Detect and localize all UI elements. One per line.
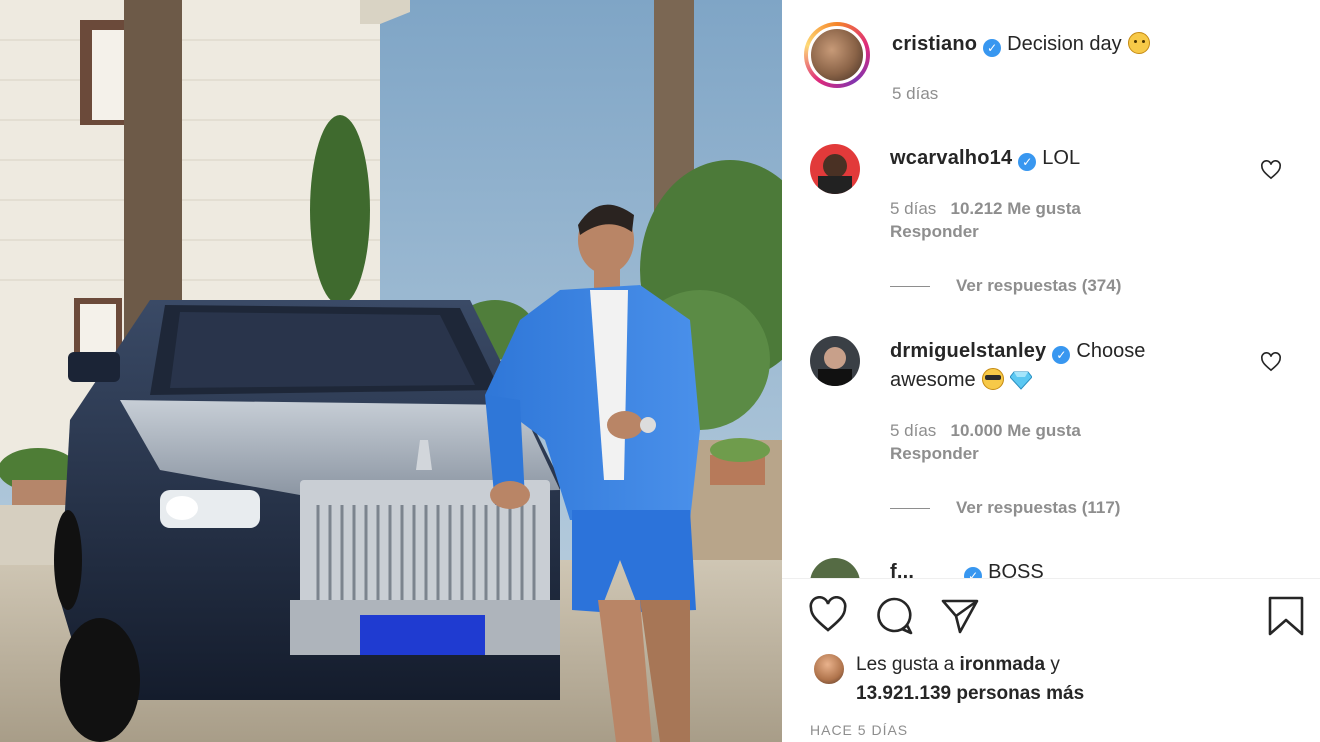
verified-badge-icon: ✓ (964, 567, 983, 578)
comment-meta: 5 días 10.212 Me gusta (890, 199, 1081, 219)
share-paper-plane-icon[interactable] (940, 596, 980, 636)
comment-text: BOSS (988, 561, 1044, 578)
comment-meta: 5 días 10.000 Me gusta (890, 421, 1081, 441)
comment-username[interactable]: drmiguelstanley (890, 340, 1046, 362)
gem-emoji-icon (1009, 371, 1032, 390)
author-avatar (808, 26, 866, 84)
likes-count[interactable]: 13.921.139 personas más (856, 683, 1084, 705)
commenter-avatar[interactable] (810, 558, 860, 578)
view-replies-button[interactable]: Ver respuestas (117) (890, 498, 1120, 518)
reply-button[interactable]: Responder (890, 222, 979, 242)
comments-list[interactable]: cristiano ✓ Decision day 5 días wcarvalho1… (782, 0, 1320, 578)
author-avatar-story-ring[interactable] (804, 22, 870, 88)
verified-badge-icon: ✓ (983, 39, 1002, 57)
author-username[interactable]: cristiano (892, 33, 977, 55)
comment-username[interactable]: wcarvalho14 (890, 147, 1012, 169)
likes-prefix: Les gusta a (856, 654, 955, 675)
comment-line: f... ✓ BOSS (890, 558, 1044, 578)
comment-like-heart-icon[interactable] (1260, 160, 1282, 180)
comment-like-heart-icon[interactable] (1260, 352, 1282, 372)
comment-likes[interactable]: 10.000 Me gusta (950, 421, 1080, 440)
comment-age: 5 días (890, 421, 937, 440)
likes-line: Les gusta a ironmada y (856, 654, 1060, 676)
comments-panel: cristiano ✓ Decision day 5 días wcarvalho1… (782, 0, 1320, 742)
reply-button[interactable]: Responder (890, 444, 979, 464)
view-replies-label: Ver respuestas (117) (956, 498, 1121, 517)
view-replies-button[interactable]: Ver respuestas (374) (890, 276, 1121, 296)
comment-text: LOL (1042, 147, 1081, 169)
comment-line: drmiguelstanley ✓ Choose (890, 337, 1145, 365)
verified-badge-icon: ✓ (1018, 153, 1037, 171)
commenter-avatar-image (810, 336, 860, 386)
photo-illustration (0, 0, 782, 742)
likes-suffix: y (1050, 654, 1060, 675)
commenter-avatar[interactable] (810, 336, 860, 386)
verified-badge-icon: ✓ (1052, 346, 1071, 364)
post-age: 5 días (892, 84, 939, 103)
comment-line-continued: awesome (890, 366, 1032, 394)
comment-bubble-icon[interactable] (874, 596, 914, 636)
commenter-avatar[interactable] (810, 144, 860, 194)
commenter-avatar-image (810, 558, 860, 578)
comment-username[interactable]: f... (890, 561, 914, 578)
comment-text-continued: awesome (890, 369, 976, 391)
post-photo[interactable] (0, 0, 782, 742)
replies-divider (890, 508, 930, 510)
action-bar-divider (782, 578, 1320, 579)
liker-avatar[interactable] (812, 652, 846, 686)
comment-line: wcarvalho14 ✓ LOL (890, 144, 1080, 172)
replies-divider (890, 286, 930, 288)
sunglasses-emoji-icon (981, 368, 1004, 390)
view-replies-label: Ver respuestas (374) (956, 276, 1122, 295)
thinking-emoji-icon (1127, 32, 1150, 54)
caption-text: Decision day (1007, 33, 1122, 55)
post-timestamp[interactable]: HACE 5 DÍAS (810, 722, 908, 738)
comment-age: 5 días (890, 199, 937, 218)
liker-username[interactable]: ironmada (960, 654, 1046, 675)
like-heart-icon[interactable] (808, 596, 848, 636)
save-bookmark-icon[interactable] (1266, 596, 1306, 636)
comment-likes[interactable]: 10.212 Me gusta (950, 199, 1080, 218)
caption-line: cristiano ✓ Decision day (892, 30, 1150, 58)
comment-text: Choose (1076, 340, 1146, 362)
commenter-avatar-image (810, 144, 860, 194)
